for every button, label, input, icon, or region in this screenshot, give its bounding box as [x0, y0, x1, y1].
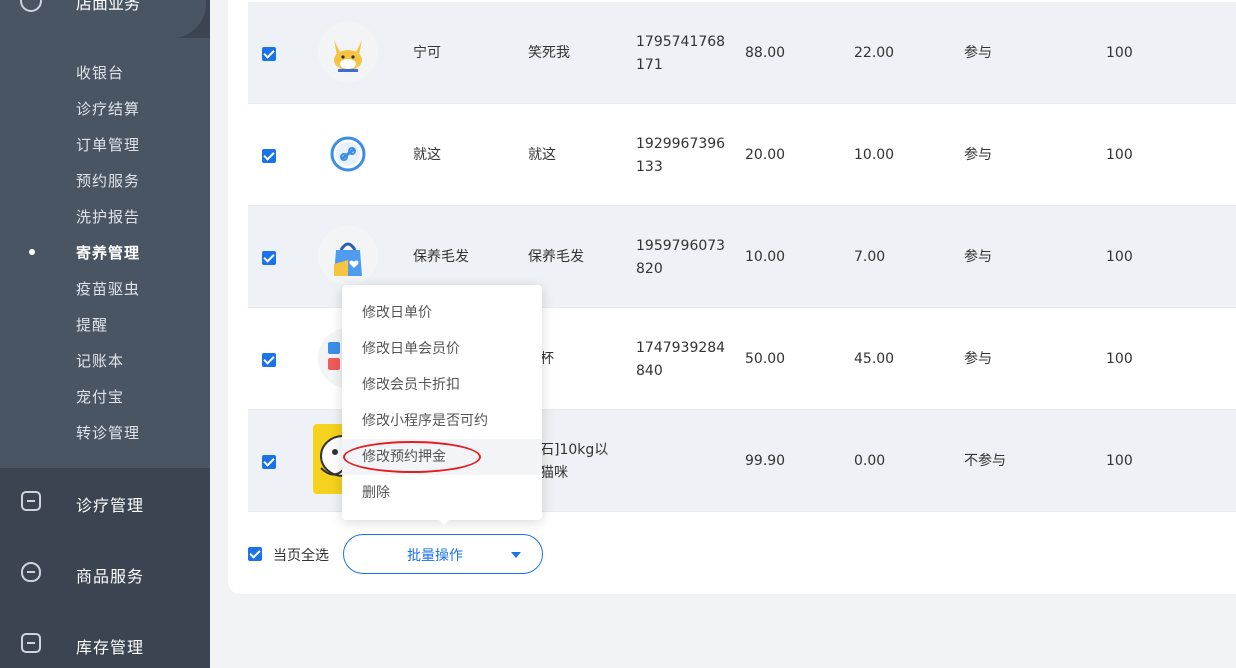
sidebar-item-reminders[interactable]: 提醒: [76, 314, 108, 335]
sidebar-section-products[interactable]: 商品服务: [0, 553, 210, 593]
member-price: 0.00: [854, 453, 886, 469]
phone-number: 1959796073820: [636, 238, 726, 277]
menu-item-edit-miniprogram-bookable[interactable]: 修改小程序是否可约: [342, 403, 542, 439]
member-price: 10.00: [854, 147, 895, 163]
day-price: 50.00: [745, 351, 786, 367]
sidebar-section-store-business[interactable]: 店面业务: [0, 0, 206, 38]
participate-status: 不参与: [964, 453, 1006, 469]
pet-nickname: 杯: [540, 351, 554, 367]
stock-count: 100: [1106, 453, 1133, 469]
select-all-label[interactable]: 当页全选: [273, 545, 329, 565]
sidebar-item-ledger[interactable]: 记账本: [76, 350, 124, 371]
day-price: 88.00: [745, 45, 786, 61]
sidebar-item-vaccine-deworm[interactable]: 疫苗驱虫: [76, 278, 140, 299]
day-price: 10.00: [745, 249, 786, 265]
row-checkbox[interactable]: [262, 455, 276, 469]
row-checkbox[interactable]: [262, 353, 276, 367]
member-price: 45.00: [854, 351, 895, 367]
row-checkbox[interactable]: [262, 47, 276, 61]
sidebar: 店面业务 收银台 诊疗结算 订单管理 预约服务 洗护报告 寄养管理 疫苗驱虫 提…: [0, 0, 210, 668]
table-row: 宁可 笑死我 1795741768171 88.00 22.00 参与 100: [248, 2, 1236, 104]
menu-item-edit-member-card-discount[interactable]: 修改会员卡折扣: [342, 367, 542, 403]
phone-number: 1747939284840: [636, 340, 726, 379]
table-row: 就这 就这 1929967396133 20.00 10.00 参与 100: [248, 104, 1236, 206]
batch-actions-menu: 修改日单价 修改日单会员价 修改会员卡折扣 修改小程序是否可约 修改预约押金 删…: [342, 285, 542, 520]
shiba-dog-icon: [318, 22, 378, 82]
sidebar-item-boarding[interactable]: 寄养管理: [76, 242, 140, 263]
pet-nickname: 保养毛发: [528, 249, 584, 265]
shopping-bag-icon: [21, 562, 41, 582]
participate-status: 参与: [964, 147, 992, 163]
menu-item-delete[interactable]: 删除: [342, 475, 542, 511]
pet-name: 宁可: [413, 45, 441, 61]
shopping-bag-heart-icon: [318, 226, 378, 286]
inventory-box-icon: [21, 633, 41, 653]
member-price: 22.00: [854, 45, 895, 61]
sidebar-item-cashier[interactable]: 收银台: [76, 62, 124, 83]
phone-number: 1795741768171: [636, 34, 726, 73]
sidebar-item-treatment-settlement[interactable]: 诊疗结算: [76, 98, 140, 119]
participate-status: 参与: [964, 249, 992, 265]
select-all-checkbox[interactable]: [248, 547, 262, 561]
stock-count: 100: [1106, 147, 1133, 163]
pet-name: 就这: [413, 147, 441, 163]
sidebar-item-grooming-report[interactable]: 洗护报告: [76, 206, 140, 227]
sidebar-item-orders[interactable]: 订单管理: [76, 134, 140, 155]
sidebar-item-appointments[interactable]: 预约服务: [76, 170, 140, 191]
menu-pointer-arrow: [437, 518, 451, 525]
medical-kit-icon: [21, 491, 41, 511]
highlight-annotation-oval: [343, 441, 481, 473]
pet-nickname: 石]10kg以 猫咪: [540, 442, 609, 481]
pet-name: 保养毛发: [413, 249, 469, 265]
sidebar-item-referral[interactable]: 转诊管理: [76, 422, 140, 443]
sidebar-item-pet-pay[interactable]: 宠付宝: [76, 386, 124, 407]
day-price: 99.90: [745, 453, 786, 469]
batch-actions-label: 批量操作: [407, 548, 463, 564]
row-checkbox[interactable]: [262, 251, 276, 265]
menu-item-edit-day-price[interactable]: 修改日单价: [342, 295, 542, 331]
stock-count: 100: [1106, 45, 1133, 61]
stock-count: 100: [1106, 351, 1133, 367]
sidebar-section-label: 库存管理: [76, 638, 145, 657]
sidebar-section-label: 商品服务: [76, 567, 145, 586]
stock-count: 100: [1106, 249, 1133, 265]
pet-nickname: 就这: [528, 147, 556, 163]
pet-nickname: 笑死我: [528, 45, 570, 61]
sidebar-section-inventory[interactable]: 库存管理: [0, 624, 210, 664]
member-price: 7.00: [854, 249, 886, 265]
link-circle-icon: [318, 124, 378, 184]
sidebar-section-label: 诊疗管理: [76, 496, 145, 515]
day-price: 20.00: [745, 147, 786, 163]
active-indicator-dot: [29, 249, 35, 255]
sidebar-section-treatment[interactable]: 诊疗管理: [0, 482, 210, 522]
participate-status: 参与: [964, 45, 992, 61]
info-icon: [20, 0, 42, 12]
row-checkbox[interactable]: [262, 149, 276, 163]
participate-status: 参与: [964, 351, 992, 367]
sidebar-section-label: 店面业务: [76, 0, 141, 13]
chevron-down-icon: [511, 552, 521, 558]
menu-item-edit-day-member-price[interactable]: 修改日单会员价: [342, 331, 542, 367]
phone-number: 1929967396133: [636, 136, 726, 175]
batch-actions-button[interactable]: 批量操作: [343, 534, 543, 574]
